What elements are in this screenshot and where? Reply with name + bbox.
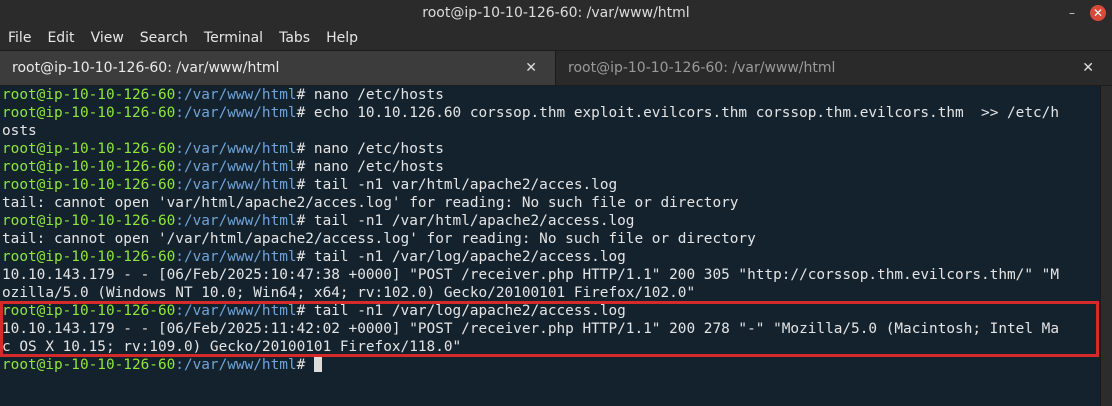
prompt-symbol: #: [296, 159, 314, 175]
output-line: osts: [2, 122, 1100, 140]
command-line: root@ip-10-10-126-60:/var/www/html# nano…: [2, 158, 1100, 176]
prompt-symbol: #: [296, 213, 314, 229]
window-title: root@ip-10-10-126-60: /var/www/html: [422, 5, 690, 21]
minimize-icon[interactable]: –: [1064, 5, 1080, 21]
command-text: echo 10.10.126.60 corssop.thm exploit.ev…: [313, 105, 1060, 121]
scrollbar[interactable]: [1100, 86, 1112, 406]
output-line: 10.10.143.179 - - [06/Feb/2025:11:42:02 …: [2, 320, 1100, 338]
prompt-user: root@ip-10-10-126-60: [2, 249, 176, 265]
prompt-symbol: #: [296, 249, 314, 265]
prompt-user: root@ip-10-10-126-60: [2, 303, 176, 319]
menu-terminal[interactable]: Terminal: [196, 26, 271, 50]
tab-label: root@ip-10-10-126-60: /var/www/html: [12, 60, 280, 76]
prompt-user: root@ip-10-10-126-60: [2, 159, 176, 175]
prompt-path: :/var/www/html: [175, 249, 297, 265]
prompt-user: root@ip-10-10-126-60: [2, 87, 176, 103]
prompt-path: :/var/www/html: [175, 303, 297, 319]
prompt-path: :/var/www/html: [175, 159, 297, 175]
menu-tabs[interactable]: Tabs: [271, 26, 318, 50]
text-cursor: [313, 356, 322, 372]
terminal-output[interactable]: root@ip-10-10-126-60:/var/www/html# nano…: [0, 86, 1100, 406]
prompt-symbol: #: [296, 357, 314, 373]
output-text: osts: [2, 123, 37, 139]
prompt-path: :/var/www/html: [175, 357, 297, 373]
prompt-user: root@ip-10-10-126-60: [2, 357, 176, 373]
command-line: root@ip-10-10-126-60:/var/www/html# tail…: [2, 212, 1100, 230]
output-line: 10.10.143.179 - - [06/Feb/2025:10:47:38 …: [2, 266, 1100, 284]
output-text: 10.10.143.179 - - [06/Feb/2025:10:47:38 …: [2, 267, 1059, 283]
command-line: root@ip-10-10-126-60:/var/www/html# tail…: [2, 248, 1100, 266]
command-line: root@ip-10-10-126-60:/var/www/html# nano…: [2, 86, 1100, 104]
output-text: tail: cannot open 'var/html/apache2/acce…: [2, 195, 739, 211]
command-text: nano /etc/hosts: [313, 159, 444, 175]
menu-view[interactable]: View: [83, 26, 132, 50]
prompt-user: root@ip-10-10-126-60: [2, 213, 176, 229]
prompt-symbol: #: [296, 105, 314, 121]
prompt-symbol: #: [296, 87, 314, 103]
command-line: root@ip-10-10-126-60:/var/www/html# nano…: [2, 140, 1100, 158]
menu-file[interactable]: File: [0, 26, 39, 50]
prompt-user: root@ip-10-10-126-60: [2, 141, 176, 157]
command-text: nano /etc/hosts: [313, 141, 444, 157]
tab-1[interactable]: root@ip-10-10-126-60: /var/www/html ✕: [0, 51, 556, 85]
menu-help[interactable]: Help: [318, 26, 366, 50]
prompt-path: :/var/www/html: [175, 177, 297, 193]
output-text: 10.10.143.179 - - [06/Feb/2025:11:42:02 …: [2, 321, 1059, 337]
command-text: nano /etc/hosts: [313, 87, 444, 103]
command-text: tail -n1 /var/log/apache2/access.log: [313, 303, 626, 319]
window-controls: – ✕: [1064, 0, 1106, 26]
prompt-symbol: #: [296, 141, 314, 157]
command-text: tail -n1 /var/html/apache2/access.log: [313, 213, 635, 229]
prompt-user: root@ip-10-10-126-60: [2, 177, 176, 193]
command-text: tail -n1 var/html/apache2/acces.log: [313, 177, 618, 193]
command-text: tail -n1 /var/log/apache2/access.log: [313, 249, 626, 265]
output-line: tail: cannot open '/var/html/apache2/acc…: [2, 230, 1100, 248]
close-icon[interactable]: ✕: [1090, 5, 1106, 21]
output-line: tail: cannot open 'var/html/apache2/acce…: [2, 194, 1100, 212]
command-line: root@ip-10-10-126-60:/var/www/html# tail…: [2, 302, 1100, 320]
menu-bar: File Edit View Search Terminal Tabs Help: [0, 26, 1112, 50]
output-text: ozilla/5.0 (Windows NT 10.0; Win64; x64;…: [2, 285, 696, 301]
close-icon[interactable]: ✕: [1082, 51, 1094, 85]
output-text: tail: cannot open '/var/html/apache2/acc…: [2, 231, 756, 247]
window-titlebar: root@ip-10-10-126-60: /var/www/html – ✕: [0, 0, 1112, 26]
tab-2[interactable]: root@ip-10-10-126-60: /var/www/html ✕: [556, 51, 1112, 85]
prompt-user: root@ip-10-10-126-60: [2, 105, 176, 121]
prompt-symbol: #: [296, 303, 314, 319]
prompt-path: :/var/www/html: [175, 87, 297, 103]
output-line: ozilla/5.0 (Windows NT 10.0; Win64; x64;…: [2, 284, 1100, 302]
close-icon[interactable]: ✕: [525, 51, 537, 85]
command-line: root@ip-10-10-126-60:/var/www/html#: [2, 356, 1100, 374]
command-line: root@ip-10-10-126-60:/var/www/html# tail…: [2, 176, 1100, 194]
menu-edit[interactable]: Edit: [39, 26, 82, 50]
prompt-symbol: #: [296, 177, 314, 193]
output-text: c OS X 10.15; rv:109.0) Gecko/20100101 F…: [2, 339, 462, 355]
tab-bar: root@ip-10-10-126-60: /var/www/html ✕ ro…: [0, 50, 1112, 86]
command-line: root@ip-10-10-126-60:/var/www/html# echo…: [2, 104, 1100, 122]
prompt-path: :/var/www/html: [175, 141, 297, 157]
tab-label: root@ip-10-10-126-60: /var/www/html: [568, 60, 836, 76]
output-line: c OS X 10.15; rv:109.0) Gecko/20100101 F…: [2, 338, 1100, 356]
menu-search[interactable]: Search: [132, 26, 196, 50]
prompt-path: :/var/www/html: [175, 105, 297, 121]
prompt-path: :/var/www/html: [175, 213, 297, 229]
